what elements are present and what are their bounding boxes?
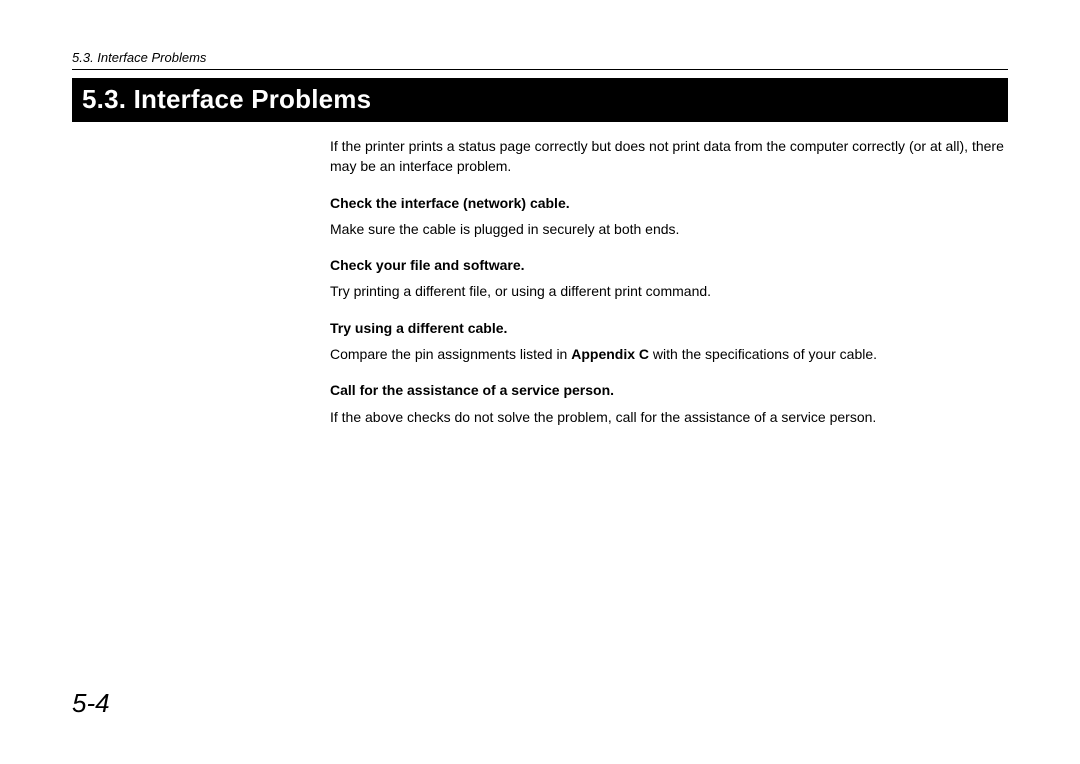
section-body: If the printer prints a status page corr… xyxy=(330,136,1008,427)
subheading: Check the interface (network) cable. xyxy=(330,193,1008,213)
text-after: with the specifications of your cable. xyxy=(649,346,877,362)
running-header: 5.3. Interface Problems xyxy=(72,50,1008,65)
intro-paragraph: If the printer prints a status page corr… xyxy=(330,136,1008,177)
body-text: Compare the pin assignments listed in Ap… xyxy=(330,344,1008,364)
section-title-bar: 5.3. Interface Problems xyxy=(72,78,1008,122)
subheading: Try using a different cable. xyxy=(330,318,1008,338)
subheading: Call for the assistance of a service per… xyxy=(330,380,1008,400)
appendix-reference: Appendix C xyxy=(571,346,649,362)
page-number: 5-4 xyxy=(72,688,110,719)
document-page: 5.3. Interface Problems 5.3. Interface P… xyxy=(0,0,1080,427)
text-before: Compare the pin assignments listed in xyxy=(330,346,571,362)
body-text: Try printing a different file, or using … xyxy=(330,281,1008,301)
header-rule xyxy=(72,69,1008,70)
subheading: Check your file and software. xyxy=(330,255,1008,275)
body-text: Make sure the cable is plugged in secure… xyxy=(330,219,1008,239)
body-text: If the above checks do not solve the pro… xyxy=(330,407,1008,427)
